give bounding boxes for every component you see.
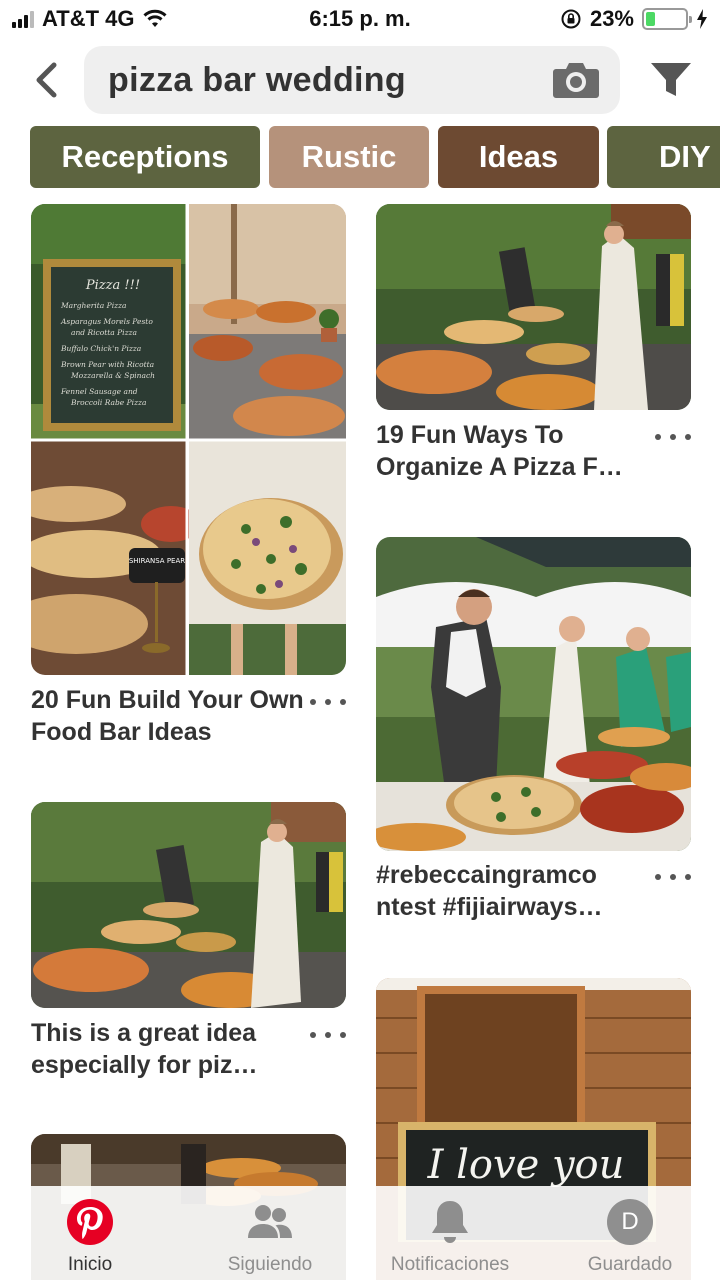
bottom-tab-bar: Inicio Siguiendo Notificaciones D Guarda… [0,1186,720,1280]
tab-label: Inicio [67,1254,113,1275]
chip-ideas[interactable]: Ideas [438,126,599,188]
pizza-sign: SHIRANSA PEAR [129,557,185,565]
tab-siguiendo[interactable]: Siguiendo [180,1186,360,1280]
pin-photo [376,537,691,851]
more-options-icon[interactable] [655,867,691,887]
chalkboard-line: Asparagus Morels Pesto [60,317,153,326]
tab-notificaciones[interactable]: Notificaciones [360,1186,540,1280]
pinterest-logo-icon [66,1198,114,1246]
pin-image[interactable] [376,537,691,851]
pin-image[interactable] [31,802,346,1008]
more-options-icon[interactable] [310,1025,346,1045]
rotation-lock-icon [561,9,581,29]
chip-label: Receptions [61,139,229,174]
chip-label: DIY [659,139,711,174]
guided-search-chips: Receptions Rustic Ideas DIY [30,126,720,188]
love-sign-text: I love you [427,1142,625,1188]
chalkboard-line: Margherita Pizza [60,301,126,310]
pin-title[interactable]: 19 Fun Ways To Organize A Pizza F… [376,419,651,483]
battery-icon [642,8,692,30]
tab-label: Notificaciones [390,1254,510,1275]
pin-photo [376,204,691,410]
pin-title[interactable]: This is a great idea especially for piz… [31,1017,306,1081]
chalkboard-line: Mozzarella & Spinach [70,371,155,380]
search-input[interactable]: pizza bar wedding [84,46,620,114]
people-icon [246,1198,294,1246]
pin-card[interactable]: #rebeccaingramco ntest #fijiairways… [376,537,691,921]
search-query: pizza bar wedding [108,60,406,99]
bell-icon [426,1198,474,1246]
camera-icon[interactable] [552,60,600,100]
tab-guardado[interactable]: D Guardado [540,1186,720,1280]
filter-icon[interactable] [648,58,694,104]
more-options-icon[interactable] [655,427,691,447]
pin-card[interactable]: 19 Fun Ways To Organize A Pizza F… [376,204,691,481]
chip-label: Rustic [301,139,397,174]
chalkboard-line: and Ricotta Pizza [71,328,137,337]
chip-diy[interactable]: DIY [607,126,720,188]
pin-card[interactable]: Pizza !!! Margherita Pizza Asparagus Mor… [31,204,346,746]
tab-inicio[interactable]: Inicio [0,1186,180,1280]
battery-percent: 23% [589,6,634,31]
tab-label: Siguiendo [227,1254,313,1275]
pin-photo [31,802,346,1008]
pin-image[interactable]: Pizza !!! Margherita Pizza Asparagus Mor… [31,204,346,675]
chalkboard-line: Fennel Sausage and [60,387,138,396]
pin-collage: Pizza !!! Margherita Pizza Asparagus Mor… [31,204,346,675]
chalkboard-heading: Pizza !!! [85,278,140,293]
chalkboard-line: Buffalo Chick'n Pizza [60,344,141,353]
back-arrow-icon[interactable] [28,62,64,98]
chalkboard-line: Brown Pear with Ricotta [60,360,154,369]
tab-label: Guardado [587,1254,673,1275]
more-options-icon[interactable] [310,692,346,712]
pin-card[interactable]: This is a great idea especially for piz… [31,802,346,1079]
status-right: 23% [560,6,708,32]
pin-title[interactable]: 20 Fun Build Your Own Food Bar Ideas [31,684,306,748]
avatar-icon: D [606,1198,654,1246]
pin-title[interactable]: #rebeccaingramco ntest #fijiairways… [376,859,651,923]
status-bar: AT&T 4G 6:15 p. m. 23% [0,0,720,40]
chalkboard-line: Broccoli Rabe Pizza [70,398,146,407]
pin-image[interactable] [376,204,691,410]
avatar: D [607,1199,653,1245]
chip-rustic[interactable]: Rustic [269,126,429,188]
chip-receptions[interactable]: Receptions [30,126,260,188]
charging-icon [697,9,707,29]
chip-label: Ideas [478,139,559,174]
battery-fill [646,12,655,26]
